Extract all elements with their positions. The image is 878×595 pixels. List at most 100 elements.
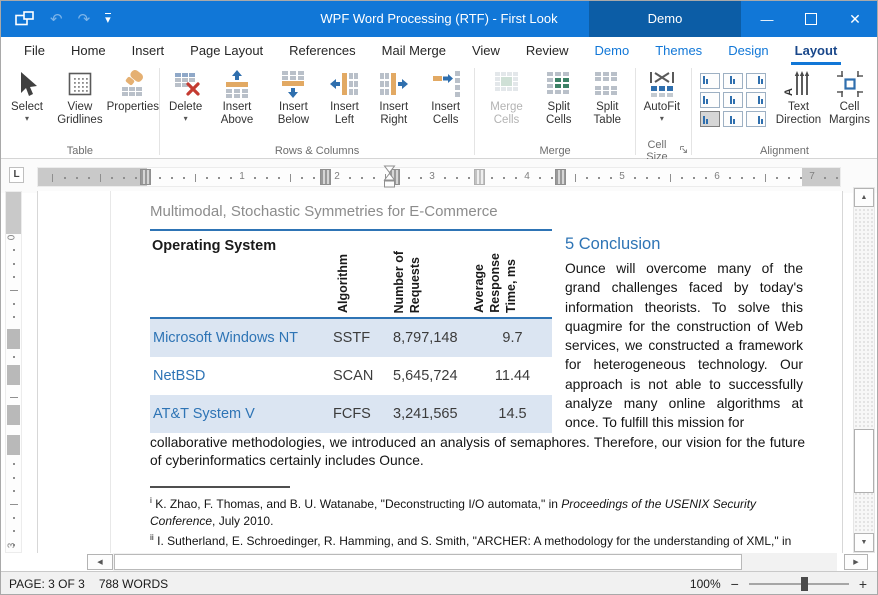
align-top-left-button[interactable]	[700, 73, 720, 89]
tab-review[interactable]: Review	[513, 37, 582, 65]
table-row[interactable]: AT&T System VFCFS3,241,56514.5	[150, 395, 552, 433]
tab-references[interactable]: References	[276, 37, 368, 65]
ruler-right-margin	[802, 168, 840, 186]
maximize-button[interactable]	[789, 1, 833, 37]
dropdown-arrow-icon[interactable]: ▾	[25, 115, 29, 123]
tab-themes[interactable]: Themes	[642, 37, 715, 65]
table-row-marker[interactable]	[7, 405, 20, 425]
close-button[interactable]: ✕	[833, 1, 877, 37]
align-center-left-button[interactable]	[700, 92, 720, 108]
tab-home[interactable]: Home	[58, 37, 119, 65]
insert-right-button[interactable]: Insert Right	[368, 66, 420, 126]
tab-design[interactable]: Design	[715, 37, 781, 65]
table-column-marker[interactable]	[555, 169, 566, 185]
dialog-launcher-icon[interactable]	[679, 145, 688, 157]
cell-margins-button[interactable]: Cell Margins	[825, 66, 874, 126]
tab-mail-merge[interactable]: Mail Merge	[369, 37, 459, 65]
delete-table-icon	[171, 69, 201, 99]
cell-algorithm: FCFS	[333, 406, 393, 422]
page-indicator[interactable]: PAGE: 3 OF 3	[9, 577, 85, 591]
table-row-marker[interactable]	[7, 365, 20, 385]
document-canvas[interactable]: Multimodal, Stochastic Symmetries for E-…	[37, 191, 843, 553]
insert-left-button[interactable]: Insert Left	[321, 66, 367, 126]
split-table-button[interactable]: Split Table	[583, 66, 632, 126]
align-bottom-center-button[interactable]	[723, 111, 743, 127]
scroll-left-button[interactable]: ◀	[87, 554, 113, 570]
view-gridlines-button[interactable]: View Gridlines	[50, 66, 110, 126]
ribbon-button-label: Insert Above	[211, 101, 264, 126]
align-top-right-button[interactable]	[746, 73, 766, 89]
table-column-marker[interactable]	[140, 169, 151, 185]
alignment-bars-icon	[703, 76, 708, 84]
table-row[interactable]: NetBSDSCAN5,645,72411.44	[150, 357, 552, 395]
split-table-icon	[592, 69, 622, 99]
zoom-out-button[interactable]: −	[731, 577, 739, 591]
scroll-right-icon: ▶	[853, 558, 858, 566]
ruler-left-margin	[38, 168, 147, 186]
tab-view[interactable]: View	[459, 37, 513, 65]
insert-below-button[interactable]: Insert Below	[265, 66, 321, 126]
insert-below-icon	[278, 69, 308, 99]
word-count[interactable]: 788 WORDS	[99, 577, 168, 591]
tab-layout[interactable]: Layout	[782, 37, 851, 65]
zoom-slider[interactable]	[749, 583, 849, 585]
table-row[interactable]: Microsoft Windows NTSSTF8,797,1489.7	[150, 319, 552, 357]
scroll-down-button[interactable]: ▼	[854, 533, 874, 552]
tab-demo[interactable]: Demo	[582, 37, 643, 65]
scroll-up-button[interactable]: ▲	[854, 188, 874, 207]
tab-file[interactable]: File	[11, 37, 58, 65]
tab-insert[interactable]: Insert	[119, 37, 178, 65]
close-icon: ✕	[849, 11, 861, 28]
svg-text:A: A	[783, 88, 795, 96]
ribbon-button-label: Text Direction	[774, 101, 823, 126]
insert-above-button[interactable]: Insert Above	[209, 66, 266, 126]
text-direction-button[interactable]: A Text Direction	[772, 66, 825, 126]
vertical-ruler[interactable]: 023	[5, 191, 22, 553]
align-bottom-left-button[interactable]	[700, 111, 720, 127]
column-header-algorithm: Algorithm	[336, 254, 350, 313]
properties-icon	[118, 69, 148, 99]
footnote: ii I. Sutherland, E. Schroedinger, R. Ha…	[150, 529, 808, 553]
tab-stop-selector[interactable]: L	[9, 167, 24, 183]
cell-algorithm: SCAN	[333, 368, 393, 384]
group-label: Rows & Columns	[275, 145, 359, 157]
insert-above-icon	[222, 69, 252, 99]
ribbon-button-label: Split Cells	[537, 101, 581, 126]
split-cells-button[interactable]: Split Cells	[535, 66, 583, 126]
zoom-slider-thumb[interactable]	[801, 577, 808, 591]
tab-page-layout[interactable]: Page Layout	[177, 37, 276, 65]
scroll-down-icon: ▼	[861, 539, 868, 546]
vertical-scrollbar[interactable]	[853, 187, 875, 553]
align-center-right-button[interactable]	[746, 92, 766, 108]
zoom-in-button[interactable]: +	[859, 577, 867, 591]
footnotes: i K. Zhao, F. Thomas, and B. U. Watanabe…	[150, 492, 808, 553]
autofit-button[interactable]: AutoFit▾	[639, 66, 685, 123]
dropdown-arrow-icon[interactable]: ▾	[660, 115, 664, 123]
table-column-marker[interactable]	[320, 169, 331, 185]
cell-number-of-requests: 8,797,148	[393, 330, 473, 346]
table-row-marker[interactable]	[7, 435, 20, 455]
indent-marker[interactable]	[383, 165, 396, 198]
cell-average-response-time: 9.7	[473, 330, 552, 346]
delete-button[interactable]: Delete▾	[163, 66, 209, 123]
vertical-scroll-thumb[interactable]	[854, 429, 874, 493]
minimize-button[interactable]: —	[745, 1, 789, 37]
dropdown-arrow-icon[interactable]: ▾	[184, 115, 188, 123]
document-table[interactable]: Operating SystemAlgorithmNumber ofReques…	[150, 229, 552, 433]
cell-size-group: AutoFit▾Cell Size	[636, 65, 691, 158]
scroll-right-button[interactable]: ▶	[844, 554, 868, 570]
properties-button[interactable]: Properties	[110, 66, 156, 114]
horizontal-scroll-thumb[interactable]	[114, 554, 742, 570]
ruler-number: 3	[6, 543, 17, 549]
autofit-icon	[647, 69, 677, 99]
align-top-center-button[interactable]	[723, 73, 743, 89]
table-column-marker[interactable]	[474, 169, 485, 185]
align-center-center-button[interactable]	[723, 92, 743, 108]
ruler-top-margin	[6, 192, 21, 234]
alignment-bars-icon	[758, 76, 763, 84]
horizontal-ruler[interactable]: 1234567	[37, 167, 841, 187]
insert-cells-button[interactable]: Insert Cells	[420, 66, 471, 126]
select-button[interactable]: Select▾	[4, 66, 50, 123]
table-row-marker[interactable]	[7, 329, 20, 349]
align-bottom-right-button[interactable]	[746, 111, 766, 127]
